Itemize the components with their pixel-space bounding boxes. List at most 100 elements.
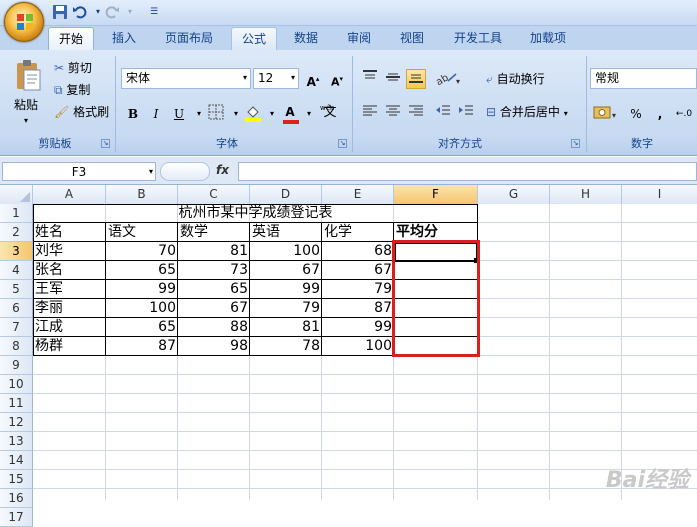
header-cell-math[interactable]: 数学 [178, 223, 250, 242]
cell-chem[interactable]: 87 [322, 299, 394, 318]
tab-view[interactable]: 视图 [390, 27, 434, 50]
clipboard-launcher-icon[interactable]: ↘ [101, 139, 110, 148]
row-header-5[interactable]: 5 [0, 280, 33, 299]
cell-name[interactable]: 张名 [33, 261, 106, 280]
tab-data[interactable]: 数据 [284, 27, 328, 50]
fill-color-icon[interactable] [243, 103, 263, 123]
bold-button[interactable]: B [123, 103, 143, 123]
cell-english[interactable]: 100 [250, 242, 322, 261]
cell-chinese[interactable]: 65 [106, 261, 178, 280]
row-header-4[interactable]: 4 [0, 261, 33, 280]
row-header-12[interactable]: 12 [0, 413, 33, 432]
cell-chem[interactable]: 100 [322, 337, 394, 356]
row-header-7[interactable]: 7 [0, 318, 33, 337]
paste-dropdown-icon[interactable]: ▾ [24, 112, 28, 130]
header-cell-chinese[interactable]: 语文 [106, 223, 178, 242]
cell-name[interactable]: 杨群 [33, 337, 106, 356]
column-header-b[interactable]: B [106, 185, 178, 204]
header-cell-english[interactable]: 英语 [250, 223, 322, 242]
tab-formulas[interactable]: 公式 [231, 27, 278, 50]
formula-bar-divider[interactable] [160, 162, 210, 181]
cut-button[interactable]: ✂ 剪切 [54, 59, 92, 77]
cell-math[interactable]: 67 [178, 299, 250, 318]
borders-icon[interactable] [206, 103, 226, 123]
tab-add-ins[interactable]: 加载项 [520, 27, 576, 50]
select-all-button[interactable] [0, 185, 33, 204]
underline-button[interactable]: U [169, 103, 189, 123]
accounting-format-icon[interactable]: ▾ [592, 103, 622, 123]
row-header-1[interactable]: 1 [0, 204, 33, 223]
office-button[interactable] [4, 2, 44, 42]
decrease-indent-icon[interactable] [433, 103, 453, 123]
cell-english[interactable]: 99 [250, 280, 322, 299]
column-header-d[interactable]: D [250, 185, 322, 204]
header-cell-name[interactable]: 姓名 [33, 223, 106, 242]
cell-math[interactable]: 88 [178, 318, 250, 337]
increase-decimal-icon[interactable]: ←.0 [674, 103, 694, 123]
align-right-icon[interactable] [406, 103, 426, 123]
font-launcher-icon[interactable]: ↘ [338, 139, 347, 148]
tab-developer[interactable]: 开发工具 [444, 27, 512, 50]
row-header-10[interactable]: 10 [0, 375, 33, 394]
cell-chem[interactable]: 68 [322, 242, 394, 261]
text-orientation-icon[interactable]: ab ▾ [433, 69, 461, 89]
cell-math[interactable]: 73 [178, 261, 250, 280]
row-header-3[interactable]: 3 [0, 242, 33, 261]
tab-insert[interactable]: 插入 [102, 27, 146, 50]
column-header-f[interactable]: F [394, 185, 478, 204]
comma-style-icon[interactable]: , [650, 103, 670, 123]
align-middle-icon[interactable] [383, 69, 403, 89]
row-header-17[interactable]: 17 [0, 508, 33, 527]
formula-input[interactable] [238, 162, 697, 181]
name-box[interactable]: F3 ▾ [2, 162, 156, 181]
cell-math[interactable]: 81 [178, 242, 250, 261]
italic-button[interactable]: I [146, 103, 166, 123]
merge-center-button[interactable]: ⊟ 合并后居中 ▾ [486, 103, 568, 123]
cell-english[interactable]: 67 [250, 261, 322, 280]
row-header-16[interactable]: 16 [0, 489, 33, 508]
paste-icon[interactable] [14, 58, 42, 94]
header-cell-chem[interactable]: 化学 [322, 223, 394, 242]
font-name-select[interactable]: 宋体 ▾ [121, 68, 251, 89]
align-left-icon[interactable] [360, 103, 380, 123]
align-top-icon[interactable] [360, 69, 380, 89]
column-header-i[interactable]: I [622, 185, 697, 204]
cell-math[interactable]: 98 [178, 337, 250, 356]
copy-button[interactable]: ⧉ 复制 [54, 81, 90, 99]
cell-english[interactable]: 78 [250, 337, 322, 356]
align-bottom-icon[interactable] [406, 69, 426, 89]
cell-english[interactable]: 81 [250, 318, 322, 337]
align-center-icon[interactable] [383, 103, 403, 123]
format-painter-button[interactable]: 🖌 格式刷 [54, 103, 109, 121]
decrease-font-icon[interactable]: A▾ [327, 68, 347, 89]
cell-name[interactable]: 刘华 [33, 242, 106, 261]
cell-chem[interactable]: 99 [322, 318, 394, 337]
wrap-text-button[interactable]: ⤶ 自动换行 [486, 70, 545, 88]
row-header-8[interactable]: 8 [0, 337, 33, 356]
row-header-9[interactable]: 9 [0, 356, 33, 375]
column-header-e[interactable]: E [322, 185, 394, 204]
fill-color-dropdown-icon[interactable]: ▾ [262, 103, 282, 123]
customize-qat-icon[interactable]: ☰ [146, 4, 162, 20]
column-header-c[interactable]: C [178, 185, 250, 204]
column-header-g[interactable]: G [478, 185, 550, 204]
cell-name[interactable]: 王军 [33, 280, 106, 299]
save-icon[interactable] [52, 4, 68, 20]
number-format-select[interactable]: 常规 [590, 68, 697, 89]
cell-chem[interactable]: 67 [322, 261, 394, 280]
cell-chinese[interactable]: 70 [106, 242, 178, 261]
row-header-15[interactable]: 15 [0, 470, 33, 489]
cell-name[interactable]: 李丽 [33, 299, 106, 318]
tab-home[interactable]: 开始 [48, 27, 95, 50]
column-header-h[interactable]: H [550, 185, 622, 204]
phonetic-guide-icon[interactable]: wén 文 [315, 102, 345, 122]
cell-math[interactable]: 65 [178, 280, 250, 299]
increase-font-icon[interactable]: A▴ [303, 68, 323, 89]
undo-icon[interactable] [72, 4, 88, 20]
tab-review[interactable]: 审阅 [337, 27, 381, 50]
column-header-a[interactable]: A [33, 185, 106, 204]
row-header-6[interactable]: 6 [0, 299, 33, 318]
row-header-14[interactable]: 14 [0, 451, 33, 470]
row-header-2[interactable]: 2 [0, 223, 33, 242]
sheet-title-cell[interactable]: 杭州市某中学成绩登记表 [33, 204, 478, 223]
